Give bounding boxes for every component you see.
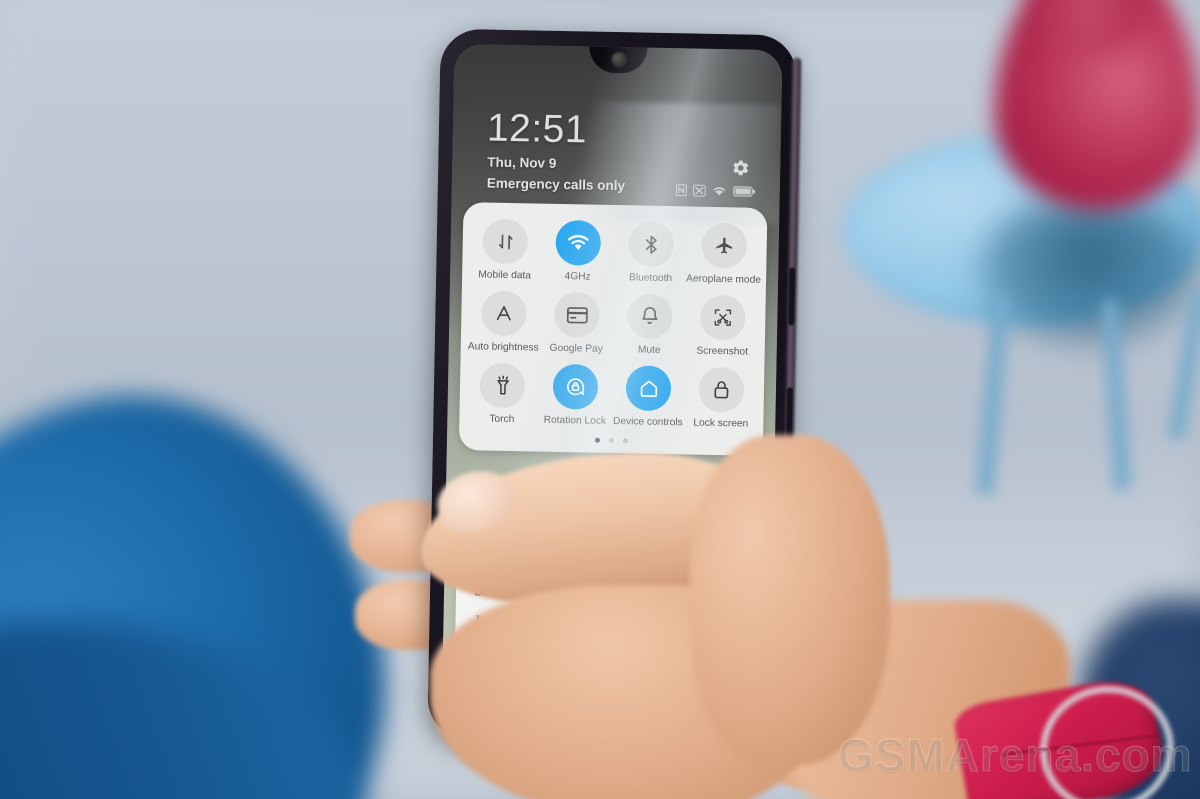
tile-lock-screen[interactable]: Lock screen: [685, 367, 758, 431]
tile-wifi[interactable]: 4GHz: [542, 219, 615, 284]
carrier-label: Emergency calls only: [486, 175, 626, 194]
page-dot[interactable]: [594, 437, 600, 443]
status-bar-icons: [675, 184, 756, 198]
torch-icon: [492, 375, 512, 397]
quick-settings-panel[interactable]: Mobile data 4GHz Bluetooth Aeroplane mod…: [458, 202, 768, 456]
tile-label: Auto brightness: [467, 341, 539, 354]
tile-label: Rotation Lock: [543, 415, 607, 428]
tile-icon-wrap: [555, 219, 602, 266]
quick-settings-row: Auto brightness Google Pay Mute Screensh…: [467, 290, 760, 358]
tile-device-controls[interactable]: Device controls: [612, 365, 685, 429]
tile-icon-wrap: [699, 294, 746, 341]
wifi-icon: [712, 185, 727, 197]
page-dot[interactable]: [608, 437, 614, 443]
tile-icon-wrap: [701, 222, 748, 269]
gear-icon[interactable]: [731, 158, 750, 177]
scissors-icon: [712, 307, 733, 328]
photo-scene: 12:51 Thu, Nov 9 Emergency calls only Mo…: [0, 0, 1200, 799]
tile-icon-wrap: [479, 362, 526, 409]
quick-settings-row: Torch Rotation Lock Device controls Lock…: [465, 362, 758, 431]
aeroplane-icon: [714, 235, 735, 256]
tile-label: Google Pay: [549, 343, 603, 356]
tile-icon-wrap: [626, 293, 673, 340]
tile-label: Mobile data: [478, 269, 532, 282]
tile-icon-wrap: [482, 218, 529, 265]
tile-aeroplane-mode[interactable]: Aeroplane mode: [686, 222, 762, 286]
tile-google-pay[interactable]: Google Pay: [540, 292, 613, 356]
tile-label: 4GHz: [564, 271, 591, 283]
tile-label: Screenshot: [696, 345, 749, 358]
auto-brightness-icon: [493, 303, 514, 324]
tile-torch[interactable]: Torch: [466, 362, 539, 427]
bell-icon: [640, 306, 659, 327]
rotation-lock-icon: [564, 376, 587, 399]
tile-icon-wrap: [698, 367, 745, 413]
tile-rotation-lock[interactable]: Rotation Lock: [539, 364, 612, 428]
page-dot[interactable]: [622, 437, 628, 443]
wifi-icon: [567, 233, 590, 252]
tile-label: Lock screen: [693, 418, 749, 431]
clock: 12:51: [486, 106, 588, 152]
quick-settings-row: Mobile data 4GHz Bluetooth Aeroplane mod…: [468, 218, 761, 286]
tile-mobile-data[interactable]: Mobile data: [469, 218, 542, 282]
tile-icon-wrap: [552, 364, 599, 411]
wallet-icon: [566, 306, 588, 324]
tile-auto-brightness[interactable]: Auto brightness: [467, 290, 540, 354]
date-label: Thu, Nov 9: [487, 154, 557, 171]
home-icon: [637, 377, 659, 399]
tile-screenshot[interactable]: Screenshot: [686, 294, 759, 359]
tile-label: Mute: [637, 344, 661, 357]
tile-icon-wrap: [480, 290, 527, 337]
power-button[interactable]: [788, 267, 796, 326]
no-sim-icon: [692, 184, 706, 197]
battery-icon: [733, 185, 756, 197]
tile-label: Torch: [489, 414, 515, 426]
bluetooth-icon: [642, 233, 661, 255]
mobile-data-icon: [495, 231, 515, 251]
tile-bluetooth[interactable]: Bluetooth: [614, 221, 687, 285]
fingers-right: [690, 435, 890, 765]
nfc-icon: [675, 184, 687, 197]
padlock-icon: [712, 379, 731, 400]
table-shadow: [980, 195, 1200, 345]
tile-mute[interactable]: Mute: [613, 293, 686, 357]
tile-label: Aeroplane mode: [686, 273, 762, 286]
tile-icon-wrap: [625, 365, 672, 412]
tile-label: Bluetooth: [628, 272, 673, 285]
tile-icon-wrap: [553, 292, 600, 338]
tile-label: Device controls: [612, 416, 683, 429]
page-indicator-dots: [465, 435, 757, 446]
tile-icon-wrap: [628, 221, 675, 268]
